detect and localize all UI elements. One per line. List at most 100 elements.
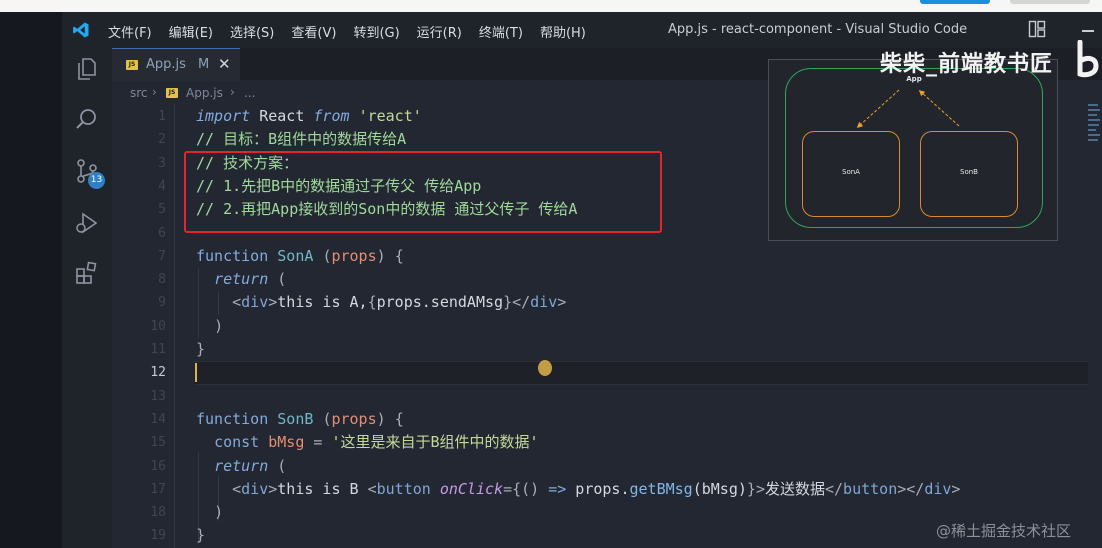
menu-item[interactable]: 终端(T) [479,22,523,41]
menu-item[interactable]: 文件(F) [108,22,152,41]
code-token: { [394,409,404,428]
code-token: > [268,293,278,312]
js-file-icon: JS [166,88,178,98]
code-token: props [331,246,377,265]
code-token: SonB [277,409,314,428]
code-token: < [232,479,242,498]
explorer-icon[interactable] [74,56,100,82]
js-file-icon: JS [126,60,138,70]
code-token: props [331,409,377,428]
line-number: 19 [150,528,166,544]
code-token: this is B [277,479,368,498]
line-number: 5 [158,202,166,218]
line-number: 8 [158,272,166,288]
code-line[interactable]: 11} [112,338,1102,361]
code-token: { [367,293,377,312]
search-icon[interactable] [74,106,100,132]
layout-toggle-icon[interactable] [1028,20,1046,38]
code-token: (bMsg) [692,479,747,498]
code-token: > [268,479,278,498]
code-token: props. [566,479,630,498]
breadcrumb-more[interactable]: ... [244,86,255,100]
code-token: < [367,479,377,498]
code-token: ></ [897,479,925,498]
extensions-icon[interactable] [74,260,100,286]
breadcrumb: src › JS App.js › ... [112,82,762,104]
vscode-logo-icon [73,22,89,38]
code-line[interactable]: 14 function SonB (props) { [112,408,1102,431]
code-token: { [394,246,404,265]
code-text: const bMsg = '这里是来自于B组件中的数据' [196,431,539,454]
code-text: } [196,524,205,547]
line-number: 4 [158,178,166,194]
browser-tab-indicator-inactive [1010,0,1090,4]
modified-indicator: M [198,57,210,72]
code-token: props.sendAMsg [376,293,504,312]
breadcrumb-file[interactable]: App.js [186,86,223,100]
left-border [0,12,62,548]
code-token: ( [277,456,287,475]
watermark-author: 柴柴_前端教书匠 [880,52,1054,77]
line-number: 18 [150,505,166,521]
line-number: 10 [150,318,166,334]
code-text: <div>this is A,{props.sendAMsg}</div> [196,291,566,314]
code-token: div [924,479,952,498]
code-line[interactable]: 16 return ( [112,455,1102,478]
code-token: import [196,107,251,125]
menu-item[interactable]: 查看(V) [291,22,336,41]
code-line[interactable]: 15 const bMsg = '这里是来自于B组件中的数据' [112,431,1102,454]
code-line[interactable]: 17 <div>this is B <button onClick={() =>… [112,478,1102,501]
code-token: const [214,433,260,452]
menu-item[interactable]: 运行(R) [417,22,462,41]
title-bar: 文件(F) 编辑(E) 选择(S) 查看(V) 转到(G) 运行(R) 终端(T) 帮助(H)… [62,12,1102,48]
code-token: div [530,293,558,312]
code-text: // 目标：B组件中的数据传给A [196,128,406,151]
line-number: 1 [158,109,166,124]
menu-item[interactable]: 编辑(E) [169,22,213,41]
code-line[interactable]: 12 [112,361,1102,384]
code-text: <div>this is B <button onClick={() => pr… [196,478,960,501]
breadcrumb-folder[interactable]: src [130,86,148,100]
code-token: } [196,526,206,545]
code-line[interactable]: 7 function SonA (props) { [112,245,1102,268]
code-token: ) [214,503,224,522]
menu-item[interactable]: 帮助(H) [540,22,586,41]
code-token: ) [376,246,386,265]
code-text: ) [196,501,223,524]
code-token: getBMsg [629,479,693,498]
code-token: } [196,340,206,358]
chevron-right-icon: › [230,85,235,99]
minimap[interactable] [1088,104,1102,164]
code-line[interactable]: 13 [112,385,1102,408]
close-tab-icon[interactable]: ✕ [218,55,231,73]
tab-app-js[interactable]: JS App.js M ✕ [112,48,240,81]
menu-item[interactable]: 转到(G) [353,22,399,41]
code-token: onClick [439,479,504,498]
activity-bar: 13 [62,48,112,548]
menu-bar: 文件(F) 编辑(E) 选择(S) 查看(V) 转到(G) 运行(R) 终端(T) 帮助(H) [108,22,603,41]
code-line[interactable]: 10 ) [112,315,1102,338]
code-line[interactable]: 9 <div>this is A,{props.sendAMsg}</div> [112,291,1102,314]
code-token: this is A, [277,293,368,312]
code-token: ( [277,270,287,289]
code-token: 'react' [358,107,422,125]
menu-item[interactable]: 选择(S) [230,22,274,41]
code-text: function SonA (props) { [196,245,404,268]
run-debug-icon[interactable] [74,210,100,236]
window-title: App.js - react-component - Visual Studio… [668,22,968,37]
arrow-app-to-sona [856,89,900,129]
code-line[interactable]: 8 return ( [112,268,1102,291]
minimize-button[interactable] [1082,30,1094,32]
chevron-right-icon: › [152,85,157,99]
code-text: import React from 'react' [196,105,422,128]
code-text: function SonB (props) { [196,408,404,431]
tab-label: App.js [146,57,186,72]
